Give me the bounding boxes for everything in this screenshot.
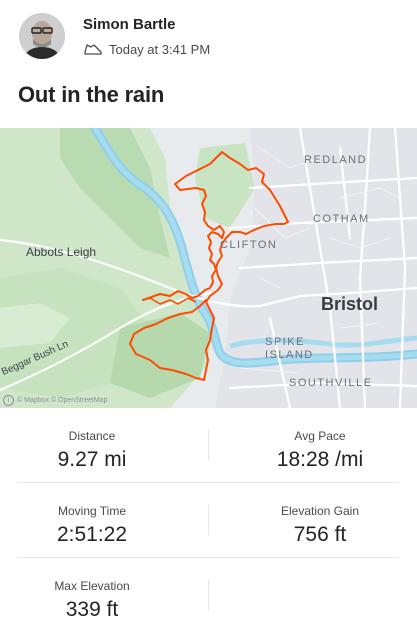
avatar[interactable] [19,13,65,59]
stat-value: 2:51:22 [56,523,128,546]
info-icon[interactable]: i [3,395,14,406]
athlete-name[interactable]: Simon Bartle [83,16,176,33]
stat-label: Distance [68,429,116,443]
shoe-icon [83,41,103,57]
stats-row-2: Moving Time 2:51:22 Elevation Gain 756 f… [0,483,417,558]
stat-label: Moving Time [57,504,127,518]
stat-label: Avg Pace [294,429,346,443]
map-canvas [0,128,417,408]
stat-value: 756 ft [293,523,347,546]
stat-value: 18:28 /mi [276,448,364,471]
map-label-spike-island: SPIKE ISLAND [265,336,314,361]
divider [208,580,209,610]
map-label-bristol: Bristol [321,294,379,314]
map-label-southville: SOUTHVILLE [289,377,373,389]
stat-value: 9.27 mi [57,448,127,471]
stat-label: Elevation Gain [280,504,360,518]
map-attribution-text: © Mapbox © OpenStreetMap [17,397,108,404]
map-label-redland: REDLAND [304,154,368,166]
map-label-abbots-leigh: Abbots Leigh [26,245,97,259]
activity-timestamp: Today at 3:41 PM [109,41,211,57]
stat-label: Max Elevation [54,579,130,593]
map-label-clifton: CLIFTON [220,239,278,251]
stats-row-3: Max Elevation 339 ft [0,558,417,633]
activity-stats: Distance 9.27 mi Avg Pace 18:28 /mi Movi… [0,408,417,633]
route-map[interactable]: REDLAND COTHAM CLIFTON Abbots Leigh Bris… [0,128,417,408]
divider [208,430,209,460]
stats-row-1: Distance 9.27 mi Avg Pace 18:28 /mi [0,408,417,483]
map-attribution[interactable]: i © Mapbox © OpenStreetMap [3,395,107,406]
activity-header: Simon Bartle Today at 3:41 PM [0,0,417,70]
activity-title[interactable]: Out in the rain [18,82,164,108]
map-label-cotham: COTHAM [313,213,370,225]
stat-value: 339 ft [65,598,119,621]
activity-meta: Today at 3:41 PM [83,40,210,58]
divider [208,505,209,535]
